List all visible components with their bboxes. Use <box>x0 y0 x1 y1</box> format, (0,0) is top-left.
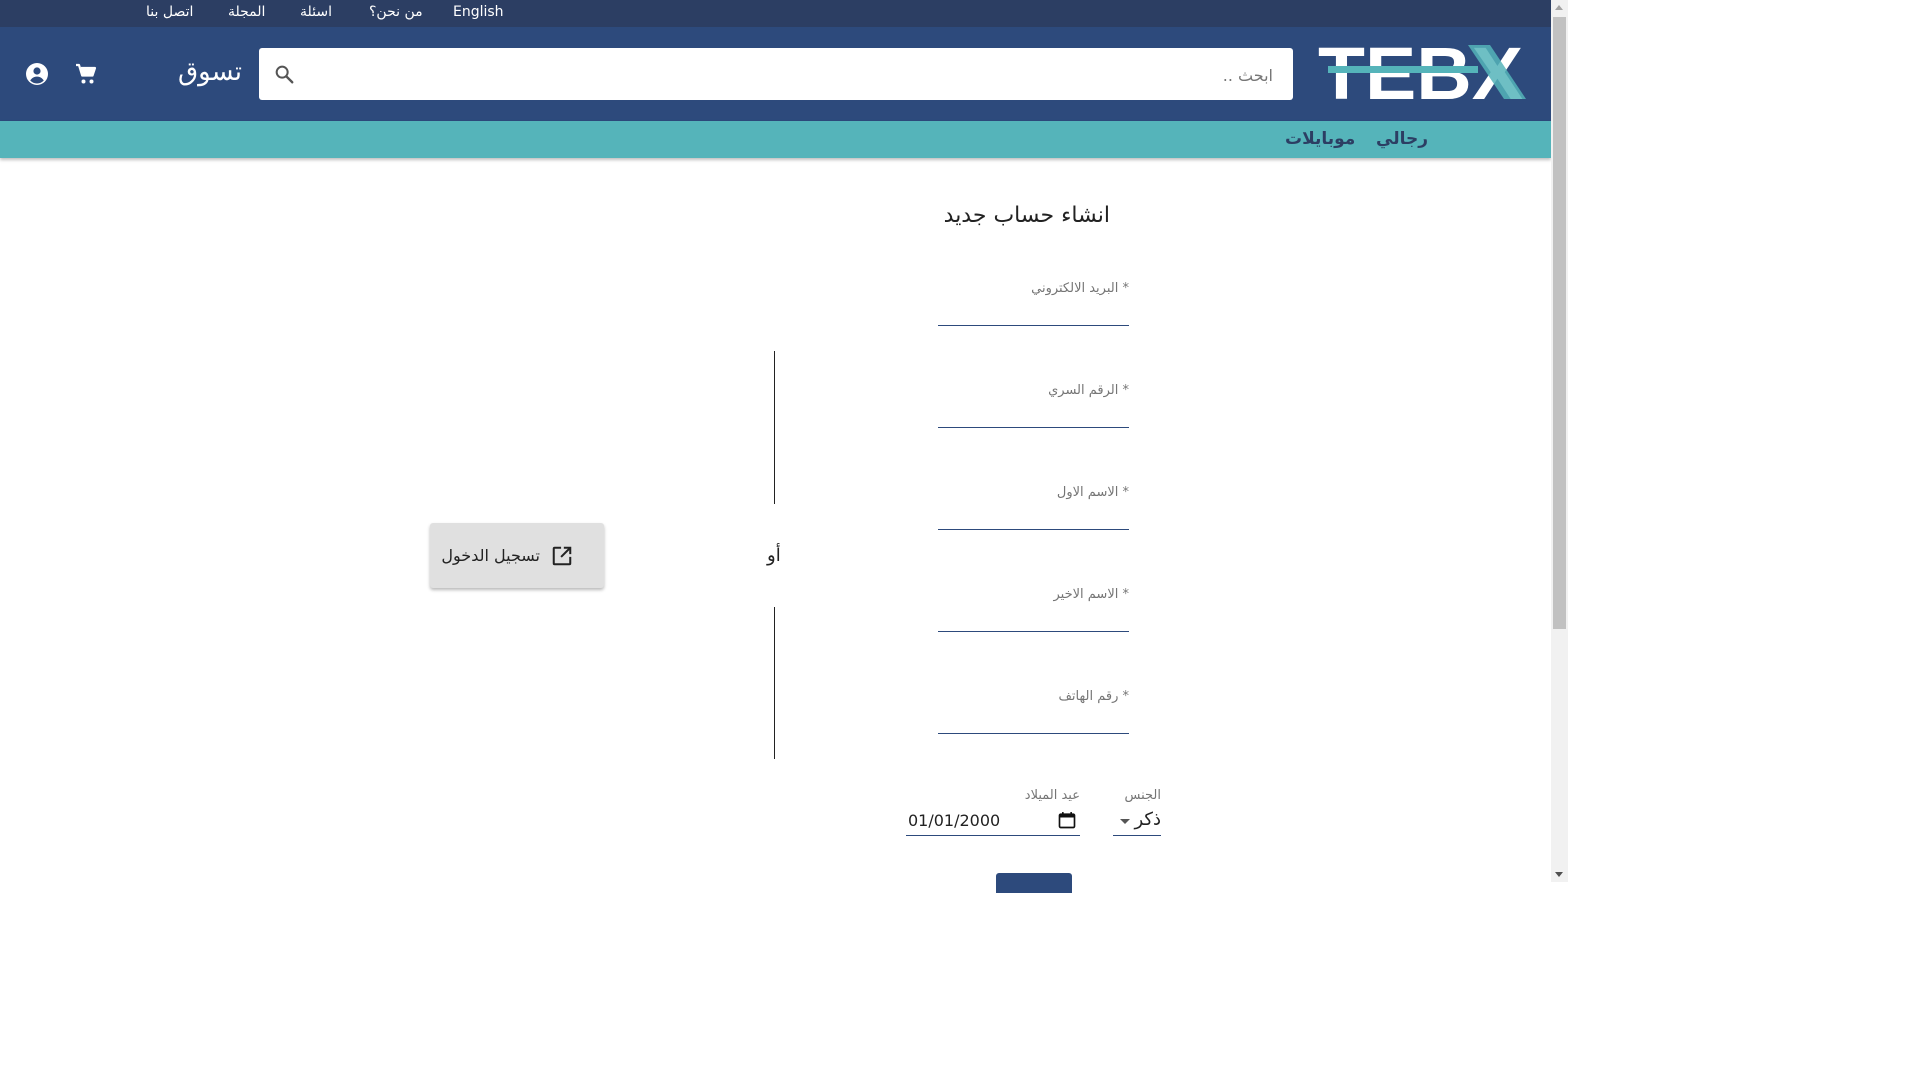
scroll-up-icon[interactable] <box>1555 5 1563 10</box>
top-utility-bar: English من نحن؟ اسئلة المجلة اتصل بنا <box>0 0 1551 27</box>
phone-input[interactable] <box>938 707 1133 731</box>
search-icon[interactable] <box>273 63 295 85</box>
about-us-link[interactable]: من نحن؟ <box>369 4 423 20</box>
login-button[interactable]: تسجيل الدخول <box>430 523 604 588</box>
language-link[interactable]: English <box>453 4 504 20</box>
scrollbar-thumb[interactable] <box>1553 17 1566 629</box>
phone-label: رقم الهاتف * <box>1058 689 1129 704</box>
faq-link[interactable]: اسئلة <box>300 4 332 20</box>
first-name-input[interactable] <box>938 503 1133 527</box>
gender-label: الجنس <box>1124 788 1161 803</box>
or-label: أو <box>767 545 781 566</box>
submit-button[interactable] <box>996 873 1072 893</box>
category-mobiles[interactable]: موبايلات <box>1285 129 1355 149</box>
cart-icon[interactable] <box>74 62 98 86</box>
gender-value[interactable]: ذكر <box>1134 809 1161 830</box>
search-input[interactable] <box>331 58 1275 92</box>
first-name-field[interactable]: الاسم الاول * <box>938 485 1133 530</box>
account-icon[interactable] <box>25 62 49 86</box>
last-name-field[interactable]: الاسم الاخير * <box>938 587 1133 632</box>
magazine-link[interactable]: المجلة <box>228 4 265 20</box>
email-field[interactable]: البريد الالكتروني * <box>938 281 1133 326</box>
calendar-icon[interactable] <box>1057 810 1077 830</box>
email-input[interactable] <box>938 299 1133 323</box>
divider-line-top <box>774 351 775 504</box>
scroll-down-icon[interactable] <box>1555 872 1563 877</box>
gender-select[interactable]: الجنس ذكر <box>1113 788 1161 836</box>
first-name-label: الاسم الاول * <box>1056 485 1129 500</box>
tebx-logo[interactable]: TEBX <box>1318 39 1526 105</box>
email-label: البريد الالكتروني * <box>1031 281 1129 296</box>
last-name-input[interactable] <box>938 605 1133 629</box>
login-button-label: تسجيل الدخول <box>441 546 540 565</box>
page-title: انشاء حساب جديد <box>943 203 1110 228</box>
birthday-value[interactable]: 01/01/2000 <box>908 811 1000 830</box>
last-name-label: الاسم الاخير * <box>1053 587 1129 602</box>
search-bar[interactable] <box>259 48 1293 100</box>
phone-field[interactable]: رقم الهاتف * <box>938 689 1133 734</box>
chevron-down-icon[interactable] <box>1120 819 1130 824</box>
page-scrollbar[interactable] <box>1551 0 1568 882</box>
open-in-new-icon <box>552 546 572 566</box>
contact-us-link[interactable]: اتصل بنا <box>146 4 193 20</box>
main-header: TEBX تسوق <box>0 27 1551 121</box>
password-input[interactable] <box>938 401 1133 425</box>
password-label: الرقم السري * <box>1048 383 1129 398</box>
divider-line-bottom <box>774 607 775 759</box>
birthday-label: عيد الميلاد <box>1024 788 1080 803</box>
password-field[interactable]: الرقم السري * <box>938 383 1133 428</box>
shop-label[interactable]: تسوق <box>178 57 242 87</box>
category-men[interactable]: رجالي <box>1376 129 1428 149</box>
category-bar: رجالي موبايلات <box>0 121 1551 158</box>
birthday-field[interactable]: عيد الميلاد 01/01/2000 <box>906 788 1080 836</box>
